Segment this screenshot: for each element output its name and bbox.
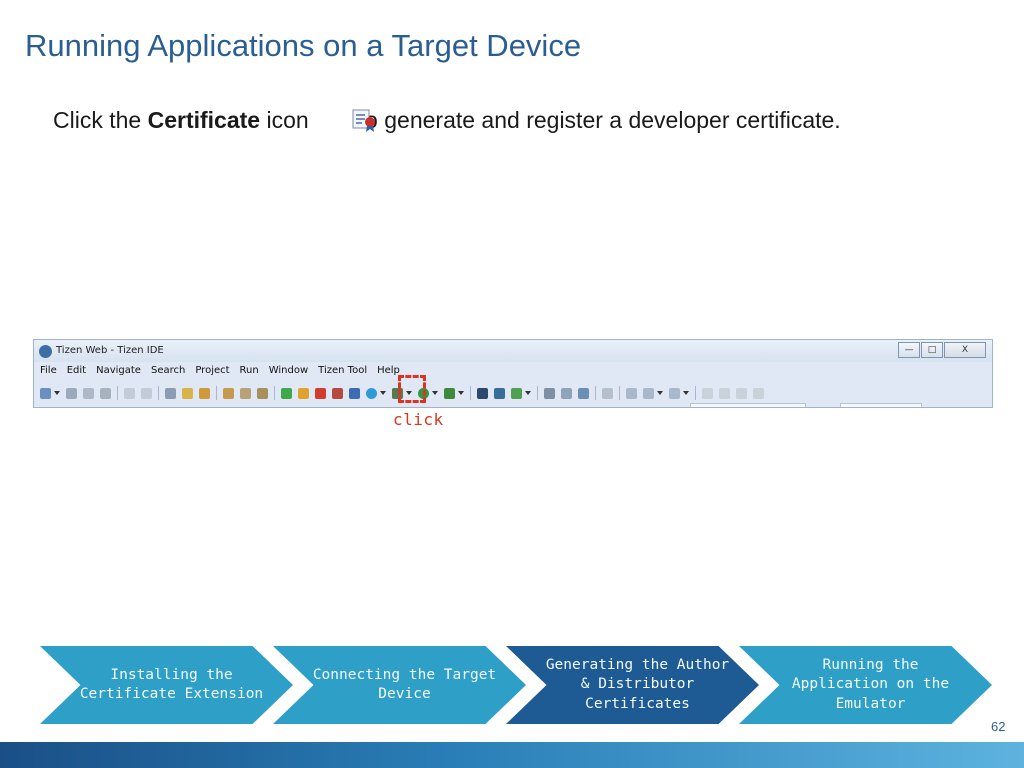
click-annotation: click bbox=[393, 410, 444, 429]
chevron-down-icon[interactable] bbox=[432, 391, 438, 395]
view-icon[interactable] bbox=[602, 387, 613, 399]
info-icon[interactable] bbox=[366, 387, 377, 399]
forward-icon[interactable] bbox=[669, 387, 680, 399]
italic-icon[interactable] bbox=[736, 387, 747, 399]
step-generating-certificates: Generating the Author & Distributor Cert… bbox=[506, 646, 759, 724]
undo-icon[interactable] bbox=[124, 387, 135, 399]
chevron-down-icon[interactable] bbox=[657, 391, 663, 395]
page-number: 62 bbox=[991, 719, 1006, 734]
toolbar-separator bbox=[619, 386, 620, 400]
style-icon[interactable] bbox=[753, 387, 764, 399]
slide-title: Running Applications on a Target Device bbox=[25, 28, 582, 63]
perspective-panel bbox=[690, 403, 806, 407]
redo-icon[interactable] bbox=[141, 387, 152, 399]
step-installing-certificate-extension: Installing the Certificate Extension bbox=[40, 646, 293, 724]
refresh-icon[interactable] bbox=[257, 387, 268, 399]
menu-file[interactable]: File bbox=[40, 365, 57, 380]
pin-icon[interactable] bbox=[702, 387, 713, 399]
print-icon[interactable] bbox=[100, 387, 111, 399]
menu-edit[interactable]: Edit bbox=[67, 365, 86, 380]
connection-icon[interactable] bbox=[240, 387, 251, 399]
menu-window[interactable]: Window bbox=[269, 365, 308, 380]
profile-icon[interactable] bbox=[444, 387, 455, 399]
tools-icon[interactable] bbox=[578, 387, 589, 399]
disconnect-icon[interactable] bbox=[332, 387, 343, 399]
chevron-down-icon[interactable] bbox=[54, 391, 60, 395]
menu-search[interactable]: Search bbox=[151, 365, 185, 380]
certificate-toolbar-icon[interactable] bbox=[349, 387, 360, 399]
open-type-icon[interactable] bbox=[199, 387, 210, 399]
maximize-button[interactable]: □ bbox=[921, 342, 943, 358]
ide-window-title: Tizen Web - Tizen IDE bbox=[56, 345, 164, 356]
toolbar-separator bbox=[158, 386, 159, 400]
instruction-mid: icon bbox=[260, 107, 309, 133]
toolbar-separator bbox=[117, 386, 118, 400]
footer-band bbox=[0, 742, 1024, 768]
previous-edit-icon[interactable] bbox=[643, 387, 654, 399]
toolbar-separator bbox=[216, 386, 217, 400]
toolbar-separator bbox=[595, 386, 596, 400]
chevron-down-icon[interactable] bbox=[458, 391, 464, 395]
run-icon[interactable] bbox=[281, 387, 292, 399]
emulator-icon[interactable] bbox=[477, 387, 488, 399]
outline-icon[interactable] bbox=[719, 387, 730, 399]
refactor-icon[interactable] bbox=[182, 387, 193, 399]
search-icon[interactable] bbox=[223, 387, 234, 399]
step-running-on-emulator: Running the Application on the Emulator bbox=[739, 646, 992, 724]
certificate-icon bbox=[352, 109, 375, 132]
close-button[interactable]: X bbox=[944, 342, 986, 358]
instruction-suffix: to generate and register a developer cer… bbox=[358, 107, 841, 133]
back-icon[interactable] bbox=[626, 387, 637, 399]
menu-bar: File Edit Navigate Search Project Run Wi… bbox=[40, 365, 410, 380]
chevron-down-icon[interactable] bbox=[380, 391, 386, 395]
instruction-text: Click the Certificate icon to generate an… bbox=[53, 107, 841, 134]
open-file-icon[interactable] bbox=[544, 387, 555, 399]
menu-help[interactable]: Help bbox=[377, 365, 400, 380]
menu-navigate[interactable]: Navigate bbox=[96, 365, 141, 380]
toolbar-separator bbox=[537, 386, 538, 400]
quick-access-panel bbox=[840, 403, 922, 407]
instruction-bold: Certificate bbox=[147, 107, 261, 133]
web-icon[interactable] bbox=[561, 387, 572, 399]
cut-icon[interactable] bbox=[165, 387, 176, 399]
chart-icon[interactable] bbox=[494, 387, 505, 399]
ide-window: Tizen Web - Tizen IDE — □ X File Edit Na… bbox=[33, 339, 993, 408]
menu-run[interactable]: Run bbox=[240, 365, 259, 380]
tizen-app-icon bbox=[39, 345, 52, 358]
chevron-down-icon[interactable] bbox=[683, 391, 689, 395]
new-icon[interactable] bbox=[40, 387, 51, 399]
step-connecting-target-device: Connecting the Target Device bbox=[273, 646, 526, 724]
save-all-icon[interactable] bbox=[83, 387, 94, 399]
instruction-prefix: Click the bbox=[53, 107, 148, 133]
certificate-highlight bbox=[398, 375, 426, 403]
ide-titlebar: Tizen Web - Tizen IDE — □ X bbox=[34, 340, 992, 362]
pause-icon[interactable] bbox=[298, 387, 309, 399]
menu-tizen-tool[interactable]: Tizen Tool bbox=[318, 365, 367, 380]
package-icon[interactable] bbox=[511, 387, 522, 399]
save-icon[interactable] bbox=[66, 387, 77, 399]
minimize-button[interactable]: — bbox=[898, 342, 920, 358]
toolbar-separator bbox=[274, 386, 275, 400]
stop-icon[interactable] bbox=[315, 387, 326, 399]
menu-project[interactable]: Project bbox=[195, 365, 229, 380]
chevron-down-icon[interactable] bbox=[525, 391, 531, 395]
toolbar-separator bbox=[470, 386, 471, 400]
window-controls: — □ X bbox=[897, 342, 986, 358]
toolbar-separator bbox=[695, 386, 696, 400]
